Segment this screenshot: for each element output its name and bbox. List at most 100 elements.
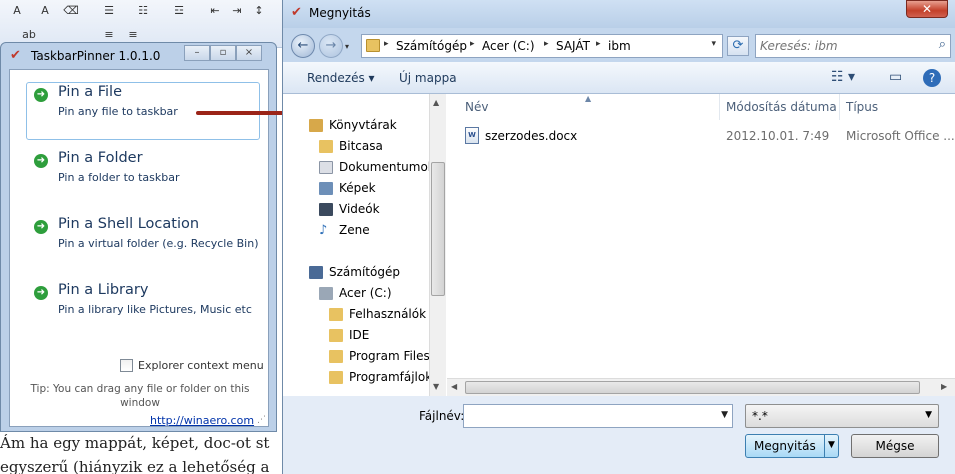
decrease-indent-icon[interactable]: ⇤: [206, 3, 224, 19]
option-description: Pin a virtual folder (e.g. Recycle Bin): [58, 237, 259, 250]
address-dropdown-icon[interactable]: ▾: [711, 39, 716, 49]
search-icon[interactable]: ⌕: [939, 37, 946, 52]
numbering-icon[interactable]: ☷: [134, 3, 152, 19]
pictures-icon: [319, 182, 333, 195]
nav-item-label: Felhasználók: [349, 307, 427, 321]
help-icon[interactable]: ?: [923, 69, 941, 87]
option-title: Pin a Library: [58, 282, 149, 298]
nav-item-label: Acer (C:): [339, 286, 392, 300]
refresh-icon[interactable]: ⟳: [727, 36, 749, 56]
address-bar[interactable]: ▸ Számítógép ▸ Acer (C:) ▸ SAJÁT ▸ ibm ▾: [361, 34, 723, 58]
pin-shell-location-option[interactable]: ➜ Pin a Shell Location Pin a virtual fol…: [26, 214, 260, 272]
chevron-right-icon[interactable]: ▸: [384, 39, 389, 49]
breadcrumb-sajat[interactable]: SAJÁT: [556, 39, 590, 53]
align-left-icon[interactable]: ≡: [100, 27, 118, 43]
column-header-name[interactable]: Név: [465, 100, 488, 114]
breadcrumb-ibm[interactable]: ibm: [608, 39, 631, 53]
file-type-filter[interactable]: *.* ▼: [745, 404, 939, 428]
horizontal-scrollbar[interactable]: ◀ ▶: [447, 378, 955, 396]
column-divider[interactable]: [719, 94, 720, 120]
scroll-up-icon[interactable]: ▲: [433, 98, 439, 107]
context-menu-checkbox-label[interactable]: Explorer context menu: [138, 359, 264, 372]
align-center-icon[interactable]: ≡: [124, 27, 142, 43]
nav-item-label: IDE: [349, 328, 370, 342]
filename-label: Fájlnév:: [419, 409, 465, 423]
scroll-right-icon[interactable]: ▶: [941, 382, 947, 391]
close-button[interactable]: ×: [236, 45, 262, 61]
filter-value: *.*: [752, 409, 768, 423]
cancel-button[interactable]: Mégse: [851, 434, 939, 458]
view-options-icon[interactable]: ☷ ▾: [831, 69, 855, 85]
nav-item-label: Dokumentumok: [339, 160, 435, 174]
breadcrumb-drive[interactable]: Acer (C:): [482, 39, 535, 53]
filter-dropdown-icon[interactable]: ▼: [925, 410, 932, 420]
history-dropdown-icon[interactable]: ▾: [345, 42, 349, 51]
resize-grip-icon[interactable]: ⋰: [257, 415, 266, 425]
breadcrumb-computer[interactable]: Számítógép: [396, 39, 467, 53]
navigation-scrollbar[interactable]: ▲ ▼: [429, 94, 446, 396]
scrollbar-thumb[interactable]: [431, 162, 445, 296]
sort-icon[interactable]: ↕: [250, 3, 268, 19]
chevron-right-icon[interactable]: ▸: [544, 39, 549, 49]
font-shrink-icon[interactable]: A: [36, 3, 54, 19]
maximize-button[interactable]: ▫: [210, 45, 236, 61]
taskbarpinner-titlebar[interactable]: ✔ TaskbarPinner 1.0.1.0 – ▫ ×: [1, 43, 276, 69]
new-folder-button[interactable]: Új mappa: [399, 71, 457, 85]
chevron-right-icon[interactable]: ▸: [470, 39, 475, 49]
nav-item-label: Programfájlok: [349, 370, 433, 384]
column-header-modified[interactable]: Módosítás dátuma: [726, 100, 837, 114]
bullets-icon[interactable]: ☰: [100, 3, 118, 19]
context-menu-checkbox[interactable]: [120, 359, 133, 372]
nav-item-label: Videók: [339, 202, 380, 216]
file-row[interactable]: W szerzodes.docx 2012.10.01. 7:49 Micros…: [465, 126, 955, 146]
column-divider[interactable]: [839, 94, 840, 120]
dialog-footer: Fájlnév: ▼ *.* ▼ Megnyitás ▼ Mégse: [283, 396, 955, 474]
library-icon: [309, 119, 323, 132]
arrow-right-icon: ➜: [34, 88, 48, 102]
open-options-dropdown-icon[interactable]: ▼: [828, 440, 835, 450]
open-button[interactable]: Megnyitás ▼: [745, 434, 839, 458]
split-divider: [824, 435, 825, 457]
column-header-type[interactable]: Típus: [846, 100, 878, 114]
videos-icon: [319, 203, 333, 216]
clear-format-icon[interactable]: ⌫: [62, 3, 80, 19]
back-arrow-icon[interactable]: ←: [291, 34, 315, 58]
filename-input[interactable]: ▼: [463, 404, 733, 428]
chevron-right-icon[interactable]: ▸: [596, 39, 601, 49]
organize-label: Rendezés: [307, 71, 365, 85]
drag-tip-text: Tip: You can drag any file or folder on …: [30, 383, 250, 409]
nav-item-label: Könyvtárak: [329, 118, 397, 132]
scrollbar-thumb[interactable]: [465, 381, 920, 394]
nav-item-label: Bitcasa: [339, 139, 383, 153]
nav-item-label: Számítógép: [329, 265, 400, 279]
dialog-toolbar: Rendezés ▾ Új mappa ☷ ▾ ▭ ?: [283, 62, 955, 94]
pin-library-option[interactable]: ➜ Pin a Library Pin a library like Pictu…: [26, 280, 260, 338]
scroll-down-icon[interactable]: ▼: [433, 382, 439, 391]
arrow-right-icon: ➜: [34, 286, 48, 300]
search-input[interactable]: [760, 38, 920, 54]
dialog-navigation-bar: ← → ▾ ▸ Számítógép ▸ Acer (C:) ▸ SAJÁT ▸…: [283, 28, 955, 62]
text-highlight-icon[interactable]: ab: [20, 27, 38, 43]
winaero-link[interactable]: http://winaero.com: [150, 414, 254, 427]
option-description: Pin any file to taskbar: [58, 105, 178, 118]
increase-indent-icon[interactable]: ⇥: [228, 3, 246, 19]
dialog-titlebar[interactable]: ✔ Megnyitás ✕: [283, 0, 955, 28]
forward-arrow-icon[interactable]: →: [319, 34, 343, 58]
minimize-button[interactable]: –: [184, 45, 210, 61]
file-modified: 2012.10.01. 7:49: [726, 129, 830, 143]
option-description: Pin a folder to taskbar: [58, 171, 180, 184]
font-grow-icon[interactable]: A: [8, 3, 26, 19]
cancel-button-label: Mégse: [875, 439, 915, 453]
multilevel-list-icon[interactable]: ☲: [170, 3, 188, 19]
dialog-content: Könyvtárak Bitcasa Dokumentumok Képek Vi…: [283, 94, 955, 396]
preview-pane-icon[interactable]: ▭: [889, 69, 902, 85]
file-name: szerzodes.docx: [485, 129, 578, 143]
dialog-close-button[interactable]: ✕: [906, 0, 948, 18]
scroll-left-icon[interactable]: ◀: [451, 382, 457, 391]
organize-button[interactable]: Rendezés ▾: [307, 71, 375, 85]
filename-dropdown-icon[interactable]: ▼: [721, 410, 728, 420]
pin-folder-option[interactable]: ➜ Pin a Folder Pin a folder to taskbar: [26, 148, 260, 206]
nav-item-label: Program Files: [349, 349, 430, 363]
nav-item-label: Zene: [339, 223, 370, 237]
option-description: Pin a library like Pictures, Music etc: [58, 303, 252, 316]
